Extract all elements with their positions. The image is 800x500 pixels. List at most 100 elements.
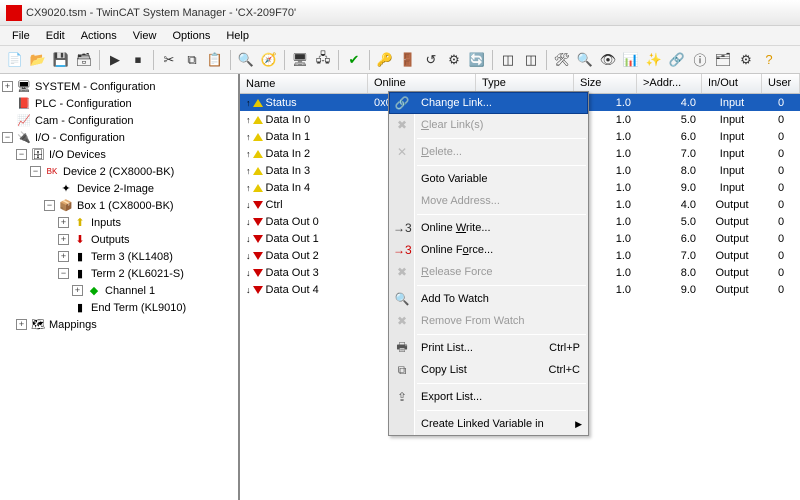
tool-search-icon[interactable]: 🔍: [574, 49, 596, 71]
tree-label: Inputs: [91, 217, 121, 229]
ctx-separator: [417, 410, 586, 411]
ctx-copy-list[interactable]: ⧉Copy ListCtrl+C: [389, 359, 588, 381]
tool-paste-icon[interactable]: 📋: [204, 49, 226, 71]
tool-reset-icon[interactable]: ↺: [420, 49, 442, 71]
toolbar-sep: [492, 50, 493, 70]
outputs-icon: ⬇: [72, 233, 88, 247]
tree-panel[interactable]: +🖥SYSTEM - Configuration 📕PLC - Configur…: [0, 74, 240, 500]
tool-saveall-icon[interactable]: 🗃: [73, 49, 95, 71]
ctx-release-force: ✖Release Force: [389, 261, 588, 283]
tree-device2[interactable]: −BKDevice 2 (CX8000-BK): [2, 163, 236, 180]
cam-icon: 📈: [16, 114, 32, 128]
tool-box2-icon[interactable]: ◫: [520, 49, 542, 71]
expander-icon[interactable]: +: [58, 234, 69, 245]
tree-mappings[interactable]: +🗺Mappings: [2, 316, 236, 333]
expander-icon[interactable]: −: [16, 149, 27, 160]
tree-outputs[interactable]: +⬇Outputs: [2, 231, 236, 248]
tool-watch-icon[interactable]: 👁: [597, 49, 619, 71]
cell-user: 0: [762, 233, 800, 245]
tree-label: End Term (KL9010): [91, 302, 186, 314]
tool-open-icon[interactable]: 📂: [27, 49, 49, 71]
tool-login-icon[interactable]: 🔑: [374, 49, 396, 71]
tool-help-icon[interactable]: ?: [758, 49, 780, 71]
expander-icon[interactable]: −: [58, 268, 69, 279]
tool-iq-icon[interactable]: ⓘ: [689, 49, 711, 71]
tool-stop-icon[interactable]: ⏹: [127, 49, 149, 71]
tool-save-icon[interactable]: 💾: [50, 49, 72, 71]
tool-find-icon[interactable]: 🔍: [235, 49, 257, 71]
expander-icon[interactable]: +: [58, 251, 69, 262]
expander-icon[interactable]: −: [44, 200, 55, 211]
tree-term2[interactable]: −▮Term 2 (KL6021-S): [2, 265, 236, 282]
tool-target-icon[interactable]: 🖧: [312, 49, 334, 71]
menu-view[interactable]: View: [125, 28, 165, 44]
menu-file[interactable]: File: [4, 28, 38, 44]
tool-new-icon[interactable]: 📄: [4, 49, 26, 71]
input-arrow-icon: ↑: [246, 98, 251, 108]
tool-ads-icon[interactable]: ⚙: [443, 49, 465, 71]
cell-io: Output: [702, 233, 762, 245]
tool-nav-icon[interactable]: 🧭: [258, 49, 280, 71]
expander-icon[interactable]: −: [2, 132, 13, 143]
ctx-export-list[interactable]: ⇪Export List...: [389, 386, 588, 408]
ctx-online-write[interactable]: →3Online Write...: [389, 217, 588, 239]
ctx-create-linked[interactable]: Create Linked Variable in▶: [389, 413, 588, 435]
cell-io: Output: [702, 284, 762, 296]
col-io[interactable]: In/Out: [702, 74, 762, 93]
tool-box1-icon[interactable]: ◫: [497, 49, 519, 71]
tree-cam-config[interactable]: 📈Cam - Configuration: [2, 112, 236, 129]
menu-help[interactable]: Help: [218, 28, 257, 44]
col-addr[interactable]: >Addr...: [637, 74, 702, 93]
expander-icon[interactable]: +: [72, 285, 83, 296]
tool-cut-icon[interactable]: ✂: [158, 49, 180, 71]
tool-logout-icon[interactable]: 🚪: [397, 49, 419, 71]
ctx-label: Create Linked Variable in: [421, 418, 544, 430]
col-user[interactable]: User: [762, 74, 800, 93]
tool-wand-icon[interactable]: ✨: [643, 49, 665, 71]
tool-conf-icon[interactable]: ⚙: [735, 49, 757, 71]
input-var-icon: [253, 133, 263, 141]
tool-copy-icon[interactable]: ⧉: [181, 49, 203, 71]
ctx-goto-variable[interactable]: Goto Variable: [389, 168, 588, 190]
tree-system-config[interactable]: +🖥SYSTEM - Configuration: [2, 78, 236, 95]
delete-icon: ✕: [393, 145, 411, 159]
input-var-icon: [253, 99, 263, 107]
tree-inputs[interactable]: +⬆Inputs: [2, 214, 236, 231]
tool-device-icon[interactable]: 🖥: [289, 49, 311, 71]
toolbar: 📄 📂 💾 🗃 ▶ ⏹ ✂ ⧉ 📋 🔍 🧭 🖥 🖧 ✔ 🔑 🚪 ↺ ⚙ 🔄 ◫ …: [0, 46, 800, 74]
col-name[interactable]: Name: [240, 74, 368, 93]
tree-plc-config[interactable]: 📕PLC - Configuration: [2, 95, 236, 112]
tool-run-icon[interactable]: ▶: [104, 49, 126, 71]
tool-scope-icon[interactable]: 📊: [620, 49, 642, 71]
input-arrow-icon: ↑: [246, 115, 251, 125]
expander-icon[interactable]: +: [2, 81, 13, 92]
menu-actions[interactable]: Actions: [73, 28, 125, 44]
expander-icon[interactable]: +: [16, 319, 27, 330]
tool-build-icon[interactable]: 🛠: [551, 49, 573, 71]
tool-map-icon[interactable]: 🗂: [712, 49, 734, 71]
tree-label: Term 3 (KL1408): [91, 251, 173, 263]
tree-io-config[interactable]: −🔌I/O - Configuration: [2, 129, 236, 146]
toolbar-sep: [153, 50, 154, 70]
tree-term3[interactable]: +▮Term 3 (KL1408): [2, 248, 236, 265]
output-arrow-icon: ↓: [246, 268, 251, 278]
tool-check-icon[interactable]: ✔: [343, 49, 365, 71]
tool-reload-icon[interactable]: 🔄: [466, 49, 488, 71]
tree-endterm[interactable]: ▮End Term (KL9010): [2, 299, 236, 316]
output-var-icon: [253, 235, 263, 243]
tree-io-devices[interactable]: −🗄I/O Devices: [2, 146, 236, 163]
expander-icon[interactable]: +: [58, 217, 69, 228]
tool-link-icon[interactable]: 🔗: [666, 49, 688, 71]
ctx-change-link[interactable]: 🔗Change Link...: [389, 92, 588, 114]
menu-options[interactable]: Options: [164, 28, 218, 44]
tree-box1[interactable]: −📦Box 1 (CX8000-BK): [2, 197, 236, 214]
ctx-online-force[interactable]: →3Online Force...: [389, 239, 588, 261]
output-arrow-icon: ↓: [246, 251, 251, 261]
tree-device2-image[interactable]: ✦Device 2-Image: [2, 180, 236, 197]
expander-icon[interactable]: −: [30, 166, 41, 177]
tree-channel1[interactable]: +◆Channel 1: [2, 282, 236, 299]
menu-edit[interactable]: Edit: [38, 28, 73, 44]
terminal-icon: ▮: [72, 301, 88, 315]
ctx-add-watch[interactable]: 🔍Add To Watch: [389, 288, 588, 310]
ctx-print-list[interactable]: 🖶Print List...Ctrl+P: [389, 337, 588, 359]
